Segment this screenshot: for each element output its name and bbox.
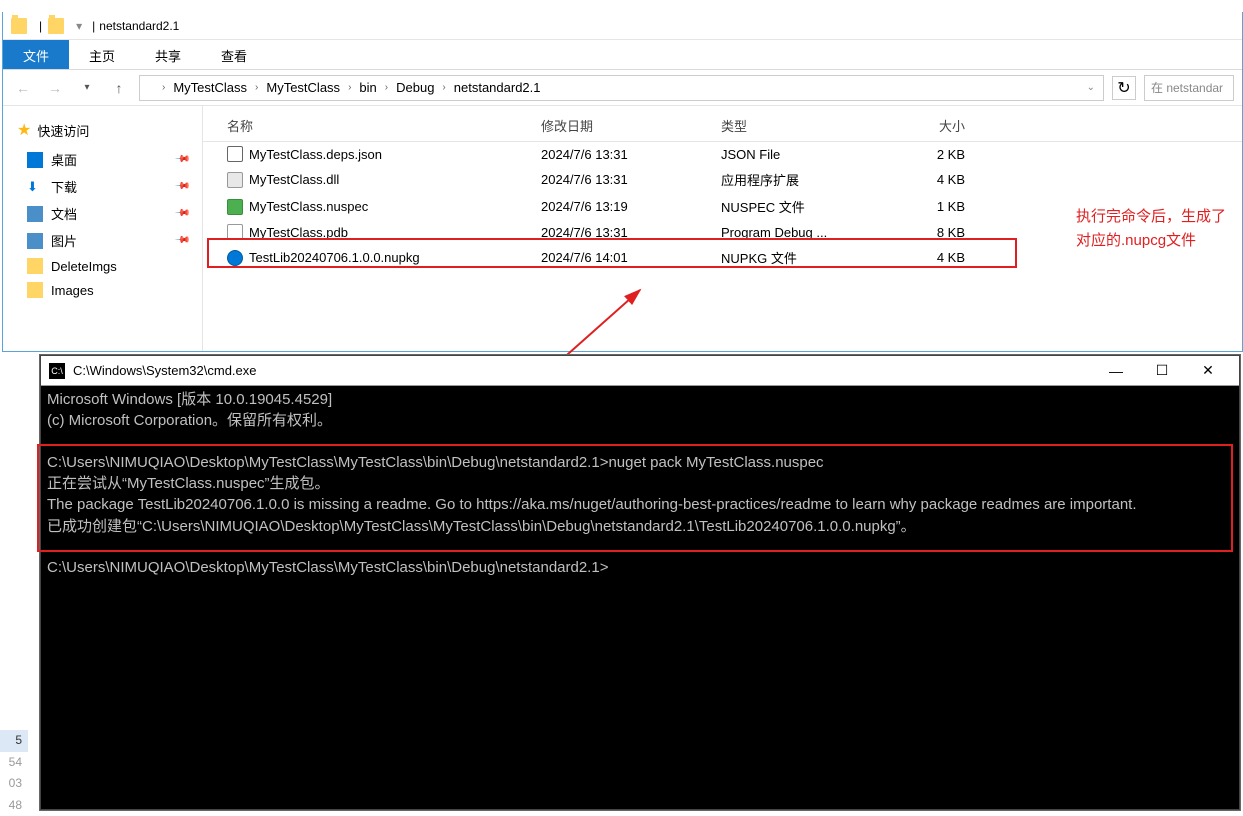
cmd-window: C:\ C:\Windows\System32\cmd.exe — ☐ ✕ Mi… [40, 355, 1240, 810]
file-size: 8 KB [873, 224, 973, 241]
file-name: TestLib20240706.1.0.0.nupkg [249, 250, 420, 265]
ribbon-tabs: 文件 主页 共享 查看 [3, 40, 1242, 70]
pin-icon: 📌 [173, 232, 190, 249]
file-date: 2024/7/6 13:31 [533, 146, 713, 163]
col-size[interactable]: 大小 [873, 114, 973, 137]
file-name: MyTestClass.dll [249, 172, 339, 187]
sidebar-item-documents[interactable]: 文档📌 [3, 200, 202, 227]
file-icon [227, 199, 243, 215]
refresh-button[interactable]: ↻ [1112, 76, 1136, 100]
sidebar-item-images[interactable]: Images [3, 278, 202, 302]
folder-icon [144, 81, 158, 95]
window-title: netstandard2.1 [99, 19, 179, 33]
folder-icon [48, 18, 64, 34]
file-size: 4 KB [873, 249, 973, 266]
file-name: MyTestClass.deps.json [249, 147, 382, 162]
breadcrumb-dropdown[interactable]: ⌄ [1083, 78, 1099, 97]
up-button[interactable]: ↑ [107, 76, 131, 100]
folder-icon [27, 282, 43, 298]
col-name[interactable]: 名称 [203, 114, 533, 137]
desktop-icon [27, 152, 43, 168]
file-date: 2024/7/6 13:19 [533, 198, 713, 215]
breadcrumb[interactable]: › MyTestClass› MyTestClass› bin› Debug› … [139, 75, 1104, 101]
folder-icon [27, 258, 43, 274]
annotation-box-cmd [37, 444, 1233, 552]
file-date: 2024/7/6 13:31 [533, 171, 713, 188]
file-type: NUPKG 文件 [713, 247, 873, 268]
breadcrumb-seg[interactable]: netstandard2.1 [450, 78, 545, 97]
explorer-titlebar[interactable]: | ▾ | netstandard2.1 [3, 12, 1242, 40]
file-name: MyTestClass.nuspec [249, 199, 368, 214]
tab-view[interactable]: 查看 [201, 40, 267, 69]
table-row[interactable]: MyTestClass.dll 2024/7/6 13:31应用程序扩展4 KB [203, 166, 1242, 193]
breadcrumb-seg[interactable]: MyTestClass [169, 78, 251, 97]
sidebar-item-desktop[interactable]: 桌面📌 [3, 146, 202, 173]
tab-home[interactable]: 主页 [69, 40, 135, 69]
documents-icon [27, 206, 43, 222]
minimize-button[interactable]: — [1093, 356, 1139, 386]
tab-share[interactable]: 共享 [135, 40, 201, 69]
file-size: 1 KB [873, 198, 973, 215]
star-icon: ★ [17, 120, 31, 140]
breadcrumb-seg[interactable]: bin [355, 78, 380, 97]
file-explorer-window: | ▾ | netstandard2.1 文件 主页 共享 查看 ← → ▾ ↑… [2, 12, 1243, 352]
file-icon [227, 172, 243, 188]
file-name: MyTestClass.pdb [249, 225, 348, 240]
file-type: JSON File [713, 146, 873, 163]
pin-icon: 📌 [173, 178, 190, 195]
tab-file[interactable]: 文件 [3, 40, 69, 69]
pin-icon: 📌 [173, 151, 190, 168]
forward-button[interactable]: → [43, 76, 67, 100]
file-date: 2024/7/6 14:01 [533, 249, 713, 266]
cmd-output[interactable]: Microsoft Windows [版本 10.0.19045.4529] (… [41, 386, 1239, 583]
file-icon [227, 250, 243, 266]
annotation-text: 执行完命令后，生成了 对应的.nupcg文件 [1076, 205, 1226, 253]
pin-icon: 📌 [173, 205, 190, 222]
recent-dropdown[interactable]: ▾ [75, 76, 99, 100]
maximize-button[interactable]: ☐ [1139, 356, 1185, 386]
column-headers: 名称 修改日期 类型 大小 [203, 110, 1242, 142]
col-type[interactable]: 类型 [713, 114, 873, 137]
folder-icon [11, 18, 27, 34]
cmd-titlebar[interactable]: C:\ C:\Windows\System32\cmd.exe — ☐ ✕ [41, 356, 1239, 386]
close-button[interactable]: ✕ [1185, 356, 1231, 386]
file-type: NUSPEC 文件 [713, 196, 873, 217]
file-size: 2 KB [873, 146, 973, 163]
sidebar-item-deleteimgs[interactable]: DeleteImgs [3, 254, 202, 278]
sidebar: ★ 快速访问 桌面📌 ⬇下载📌 文档📌 图片📌 DeleteImgs Image… [3, 106, 203, 351]
file-type: Program Debug ... [713, 224, 873, 241]
sidebar-item-pictures[interactable]: 图片📌 [3, 227, 202, 254]
breadcrumb-seg[interactable]: Debug [392, 78, 438, 97]
breadcrumb-seg[interactable]: MyTestClass [262, 78, 344, 97]
search-input[interactable]: 在 netstandar [1144, 75, 1234, 101]
file-type: 应用程序扩展 [713, 169, 873, 190]
cmd-icon: C:\ [49, 363, 65, 379]
sidebar-quick-access[interactable]: ★ 快速访问 [3, 114, 202, 146]
sidebar-item-downloads[interactable]: ⬇下载📌 [3, 173, 202, 200]
cmd-title: C:\Windows\System32\cmd.exe [73, 363, 1093, 378]
download-icon: ⬇ [27, 179, 43, 195]
file-date: 2024/7/6 13:31 [533, 224, 713, 241]
file-icon [227, 224, 243, 240]
pictures-icon [27, 233, 43, 249]
file-icon [227, 146, 243, 162]
table-row[interactable]: MyTestClass.deps.json 2024/7/6 13:31JSON … [203, 142, 1242, 166]
address-bar-row: ← → ▾ ↑ › MyTestClass› MyTestClass› bin›… [3, 70, 1242, 106]
file-size: 4 KB [873, 171, 973, 188]
col-date[interactable]: 修改日期 [533, 114, 713, 137]
line-numbers: 5 54 03 48 [0, 730, 28, 816]
back-button[interactable]: ← [11, 76, 35, 100]
